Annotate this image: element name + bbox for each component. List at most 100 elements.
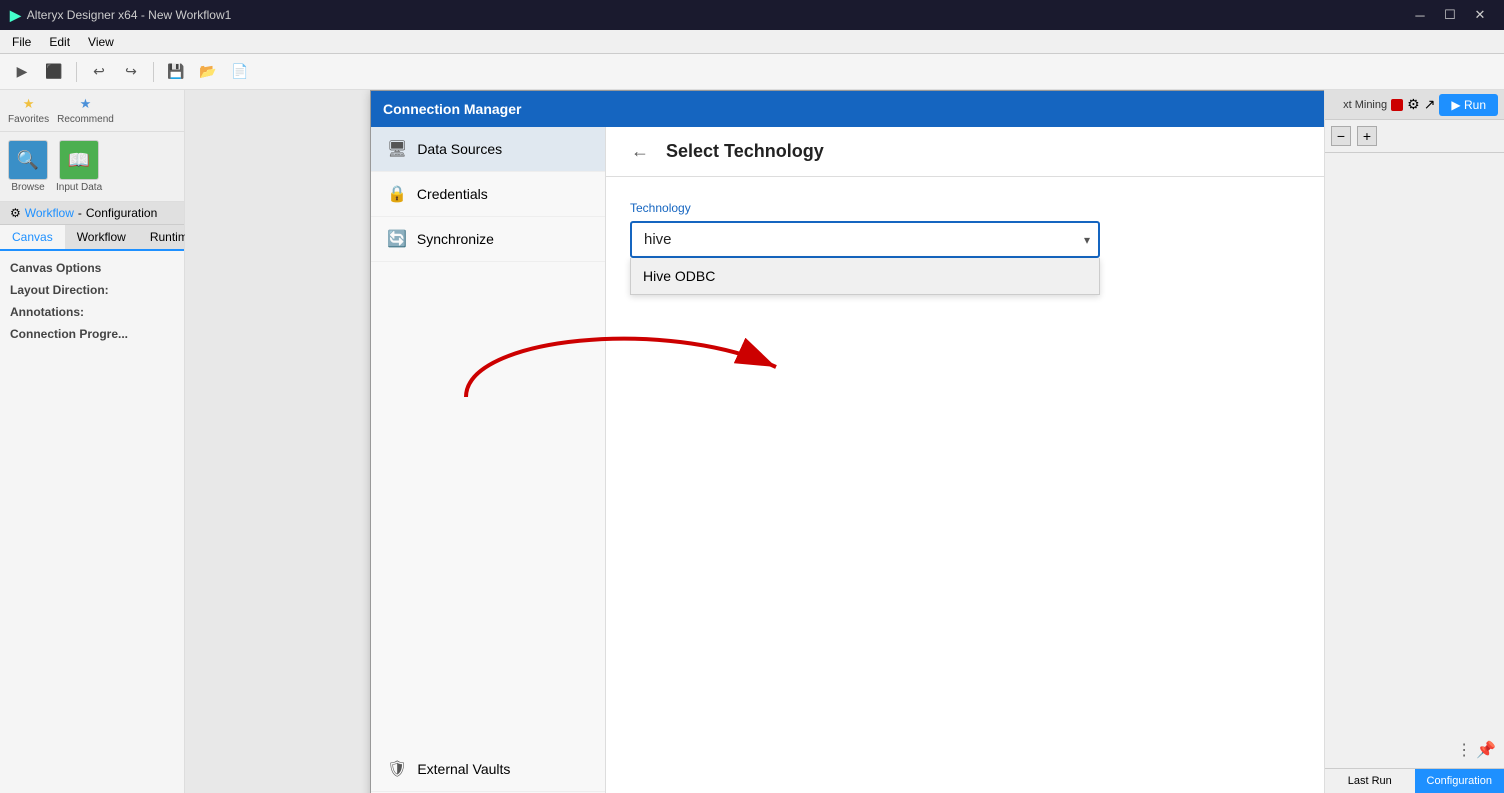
config-row-connection: Connection Progre...: [10, 327, 174, 341]
right-bottom-tabs: Last Run Configuration: [1325, 768, 1504, 793]
nav-synchronize[interactable]: 🔄 Synchronize: [371, 217, 605, 262]
annotations-label: Annotations:: [10, 305, 130, 319]
left-sidebar: ★ Favorites ★ Recommend 🔍 Browse 📖 Input…: [0, 90, 185, 793]
modal-title: Connection Manager: [383, 101, 521, 117]
right-sidebar: xt Mining ⚙ ↗ ▶ Run − + ⋮ 📌 Last Run Con…: [1324, 90, 1504, 793]
nav-data-sources-label: Data Sources: [417, 141, 502, 157]
more-options-icon: ⋮: [1456, 740, 1472, 760]
toolbar-sep2: [153, 62, 154, 82]
recommend-btn[interactable]: ★ Recommend: [57, 96, 114, 125]
config-tabs: Canvas Workflow Runtime: [0, 225, 184, 251]
expand-icon: ↗: [1424, 96, 1436, 113]
input-data-tool[interactable]: 📖 Input Data: [56, 140, 102, 193]
record-icon: [1391, 99, 1403, 111]
run-button[interactable]: ▶ Run: [1439, 94, 1498, 116]
toolbar-redo[interactable]: ↪: [117, 58, 145, 86]
title-bar: ▶ Alteryx Designer x64 - New Workflow1 ─…: [0, 0, 1504, 30]
nav-credentials-label: Credentials: [417, 186, 488, 202]
modal-content-header: ← Select Technology Cancel: [606, 127, 1324, 177]
recommend-label: Recommend: [57, 114, 114, 125]
menu-file[interactable]: File: [4, 33, 39, 51]
zoom-in-button[interactable]: +: [1357, 126, 1377, 146]
connection-progress-label: Connection Progre...: [10, 327, 130, 341]
right-sidebar-icons: ⋮ 📌: [1325, 732, 1504, 768]
config-header-text: Configuration: [86, 206, 157, 220]
technology-select[interactable]: hive Hive ODBC: [630, 221, 1100, 258]
tool-favorites-bar: ★ Favorites ★ Recommend: [0, 90, 184, 132]
favorites-star-icon: ★: [23, 96, 35, 112]
credentials-icon: 🔒: [387, 184, 407, 204]
toolbar-undo[interactable]: ↩: [85, 58, 113, 86]
modal-content-title-row: ← Select Technology: [626, 138, 824, 166]
modal-nav-bottom: 🛡 External Vaults 💾 Backup 🔄 Partner: [371, 747, 605, 793]
dropdown-item-hive-odbc[interactable]: Hive ODBC: [631, 258, 1099, 294]
tool-icons-row: 🔍 Browse 📖 Input Data: [0, 132, 184, 202]
external-vaults-icon: 🛡: [387, 759, 407, 779]
menu-bar: File Edit View: [0, 30, 1504, 54]
toolbar-save[interactable]: 💾: [162, 58, 190, 86]
modal-page-title: Select Technology: [666, 141, 824, 162]
right-top-bar: xt Mining ⚙ ↗ ▶ Run: [1325, 90, 1504, 120]
workflow-link[interactable]: Workflow: [25, 206, 74, 220]
tab-workflow[interactable]: Workflow: [65, 225, 138, 251]
title-bar-controls: ─ ☐ ✕: [1406, 4, 1494, 26]
pin-icon: 📌: [1476, 740, 1496, 760]
browse-tool[interactable]: 🔍 Browse: [8, 140, 48, 193]
technology-select-wrapper: hive Hive ODBC ▾ Hive ODBC: [630, 221, 1100, 258]
config-row-annotations: Annotations:: [10, 305, 174, 319]
zoom-out-button[interactable]: −: [1331, 126, 1351, 146]
toolbar-stop[interactable]: ⬛: [40, 58, 68, 86]
modal-nav: 🖥 Data Sources 🔒 Credentials 🔄 Synchroni…: [371, 127, 606, 793]
nav-synchronize-label: Synchronize: [417, 231, 494, 247]
nav-external-vaults[interactable]: 🛡 External Vaults: [371, 747, 605, 792]
layout-direction-label: Layout Direction:: [10, 283, 130, 297]
canvas-options-label: Canvas Options: [10, 261, 130, 275]
config-row-canvas-options: Canvas Options: [10, 261, 174, 275]
text-mining-label: xt Mining: [1343, 99, 1387, 111]
gear-icon: ⚙: [10, 206, 21, 220]
connection-manager-modal: Connection Manager ✕ 🖥 Data Sources 🔒 Cr…: [370, 90, 1324, 793]
back-button[interactable]: ←: [626, 138, 654, 166]
modal-content-body: Technology hive Hive ODBC ▾ Hive ODBC: [606, 177, 1324, 793]
config-content: Canvas Options Layout Direction: Annotat…: [0, 251, 184, 793]
toolbar-open[interactable]: 📂: [194, 58, 222, 86]
input-data-label: Input Data: [56, 182, 102, 193]
title-bar-left: ▶ Alteryx Designer x64 - New Workflow1: [10, 7, 231, 24]
browse-icon: 🔍: [17, 150, 39, 171]
modal-overlay: Connection Manager ✕ 🖥 Data Sources 🔒 Cr…: [185, 90, 1324, 793]
browse-icon-box: 🔍: [8, 140, 48, 180]
toolbar-sep1: [76, 62, 77, 82]
synchronize-icon: 🔄: [387, 229, 407, 249]
minimize-button[interactable]: ─: [1406, 4, 1434, 26]
maximize-button[interactable]: ☐: [1436, 4, 1464, 26]
modal-body: 🖥 Data Sources 🔒 Credentials 🔄 Synchroni…: [371, 127, 1324, 793]
configuration-tab[interactable]: Configuration: [1415, 769, 1504, 793]
nav-data-sources[interactable]: 🖥 Data Sources: [371, 127, 605, 172]
toolbar-new[interactable]: 📄: [226, 58, 254, 86]
menu-edit[interactable]: Edit: [41, 33, 78, 51]
toolbar-run[interactable]: ▶: [8, 58, 36, 86]
data-sources-icon: 🖥: [387, 139, 407, 159]
technology-label: Technology: [630, 201, 1324, 215]
settings-icon: ⚙: [1407, 96, 1420, 113]
favorites-label: Favorites: [8, 114, 49, 125]
main-layout: ★ Favorites ★ Recommend 🔍 Browse 📖 Input…: [0, 90, 1504, 793]
input-data-icon: 📖: [68, 150, 90, 171]
recommend-star-icon: ★: [80, 96, 92, 112]
nav-credentials[interactable]: 🔒 Credentials: [371, 172, 605, 217]
config-row-layout: Layout Direction:: [10, 283, 174, 297]
last-run-tab[interactable]: Last Run: [1325, 769, 1415, 793]
menu-view[interactable]: View: [80, 33, 122, 51]
config-header: ⚙ Workflow - Configuration: [0, 202, 184, 225]
canvas-area: Connection Manager ✕ 🖥 Data Sources 🔒 Cr…: [185, 90, 1324, 793]
nav-external-vaults-label: External Vaults: [417, 761, 510, 777]
app-icon: ▶: [10, 7, 21, 24]
input-data-icon-box: 📖: [59, 140, 99, 180]
app-close-button[interactable]: ✕: [1466, 4, 1494, 26]
tab-canvas[interactable]: Canvas: [0, 225, 65, 251]
favorites-btn[interactable]: ★ Favorites: [8, 96, 49, 125]
title-bar-text: Alteryx Designer x64 - New Workflow1: [27, 8, 232, 22]
config-panel: ⚙ Workflow - Configuration Canvas Workfl…: [0, 202, 184, 793]
config-header-dash: -: [78, 206, 82, 220]
technology-dropdown-list: Hive ODBC: [630, 258, 1100, 295]
